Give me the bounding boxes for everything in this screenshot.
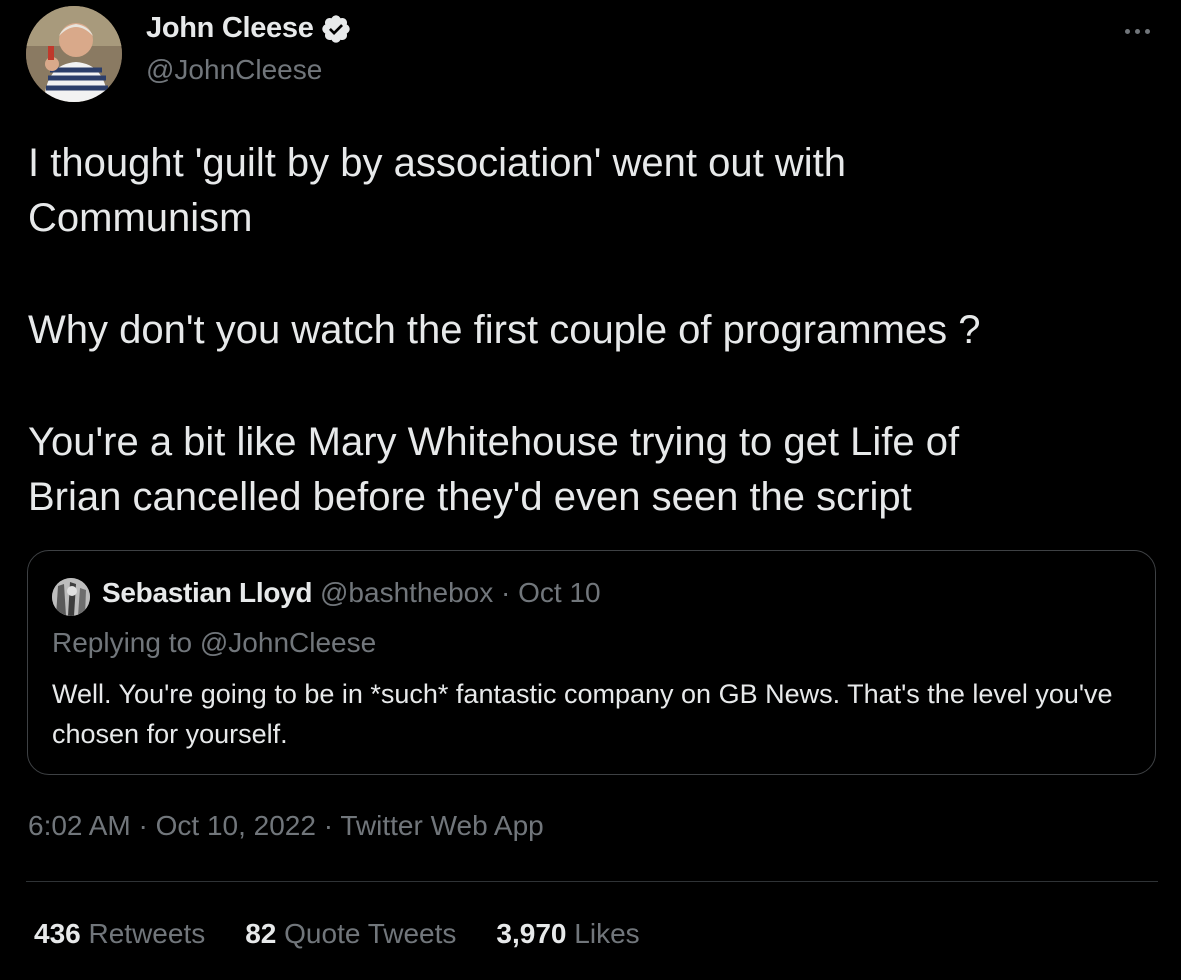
tweet-text-line: Brian cancelled before they'd even seen … — [28, 475, 912, 519]
quote-tweets-count: 82 — [245, 918, 277, 949]
tweet-text-line: Why don't you watch the first couple of … — [28, 308, 981, 352]
quoted-tweet-text: Well. You're going to be in *such* fanta… — [52, 679, 1113, 749]
more-horizontal-icon — [1124, 28, 1130, 34]
tweet-timestamp: 6:02 AM · Oct 10, 2022 · Twitter Web App — [28, 810, 544, 842]
tweet-date[interactable]: Oct 10, 2022 — [156, 810, 316, 841]
tweet-text-line: Communism — [28, 196, 253, 240]
header-separator: · — [501, 577, 511, 608]
tweet-text: I thought 'guilt by by association' went… — [28, 136, 1148, 525]
more-dot — [1144, 28, 1150, 34]
retweets-stat[interactable]: 436 Retweets — [34, 918, 205, 950]
quoted-author-handle[interactable]: @bashthebox — [320, 577, 493, 608]
retweets-label: Retweets — [88, 918, 206, 949]
engagement-stats: 436 Retweets 82 Quote Tweets 3,970 Likes — [34, 918, 640, 950]
more-dot — [1134, 28, 1140, 34]
retweets-count: 436 — [34, 918, 81, 949]
quote-tweets-label: Quote Tweets — [284, 918, 457, 949]
divider — [26, 881, 1158, 882]
likes-stat[interactable]: 3,970 Likes — [496, 918, 639, 950]
tweet-time[interactable]: 6:02 AM — [28, 810, 131, 841]
replying-to-label: Replying to — [52, 627, 193, 658]
quote-tweets-stat[interactable]: 82 Quote Tweets — [245, 918, 456, 950]
author-handle[interactable]: @JohnCleese — [146, 54, 322, 86]
author-name[interactable]: John Cleese — [146, 12, 314, 45]
timestamp-separator: · — [138, 810, 148, 841]
verified-badge-icon — [321, 14, 350, 43]
replying-to: Replying to @JohnCleese — [52, 627, 376, 659]
quoted-tweet-date[interactable]: Oct 10 — [518, 577, 600, 608]
author-avatar[interactable] — [26, 6, 122, 102]
quoted-tweet-card[interactable]: Sebastian Lloyd @bashthebox · Oct 10 Rep… — [27, 550, 1156, 775]
tweet-source[interactable]: Twitter Web App — [340, 810, 543, 841]
tweet-text-line: I thought 'guilt by by association' went… — [28, 141, 846, 185]
quoted-tweet-header: Sebastian Lloyd @bashthebox · Oct 10 — [102, 577, 601, 609]
likes-count: 3,970 — [496, 918, 567, 949]
quoted-author-name[interactable]: Sebastian Lloyd — [102, 577, 313, 608]
timestamp-separator: · — [323, 810, 334, 841]
more-options-button[interactable] — [1117, 18, 1157, 44]
quoted-author-avatar[interactable] — [52, 578, 90, 616]
tweet-text-line: You're a bit like Mary Whitehouse trying… — [28, 420, 960, 464]
author-name-row[interactable]: John Cleese — [146, 12, 352, 45]
replying-to-handle[interactable]: @JohnCleese — [200, 627, 376, 658]
likes-label: Likes — [574, 918, 640, 949]
tweet-detail: John Cleese @JohnCleese I thought 'guilt… — [0, 0, 1181, 980]
